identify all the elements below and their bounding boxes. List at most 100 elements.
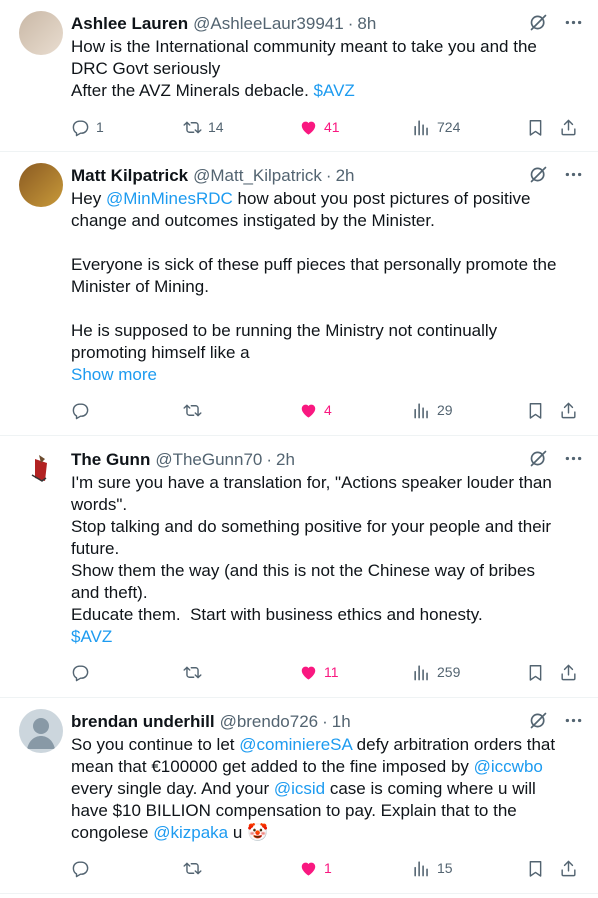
- tweet-line: congolese @kizpaka u 🤡: [71, 822, 584, 844]
- reply-button[interactable]: 1: [71, 117, 104, 137]
- grok-button[interactable]: [528, 164, 549, 185]
- author-handle[interactable]: @Matt_Kilpatrick: [193, 166, 322, 186]
- views-icon: [414, 664, 428, 680]
- separator-dot: ·: [266, 450, 273, 469]
- tweet-line: Educate them. Start with business ethics…: [71, 604, 584, 626]
- views-button[interactable]: 259: [412, 662, 460, 682]
- more-button[interactable]: [563, 12, 584, 33]
- clown-emoji: 🤡: [247, 823, 269, 842]
- avatar[interactable]: [19, 11, 63, 55]
- author-handle[interactable]: @brendo726: [220, 712, 319, 732]
- retweet-button[interactable]: [183, 858, 202, 878]
- views-icon: [414, 119, 428, 135]
- tweet-line: After the AVZ Minerals debacle. $AVZ: [71, 80, 584, 102]
- separator-dot: ·: [322, 712, 328, 731]
- avatar[interactable]: [19, 163, 63, 207]
- share-icon: [561, 119, 576, 135]
- header-actions: [528, 164, 584, 185]
- tweet-line: $AVZ: [71, 626, 584, 648]
- author-name[interactable]: The Gunn: [71, 450, 150, 470]
- text-segment: I'm sure you have a translation for, "Ac…: [71, 473, 552, 492]
- header-actions: [528, 12, 584, 33]
- reply-icon: [72, 664, 89, 681]
- bookmark-button[interactable]: [526, 117, 545, 137]
- tweet-actions: 1 15: [71, 858, 583, 878]
- retweet-button[interactable]: [183, 662, 202, 682]
- share-button[interactable]: [559, 662, 578, 682]
- more-button[interactable]: [563, 448, 584, 469]
- grok-button[interactable]: [528, 12, 549, 33]
- tweet-text: How is the International community meant…: [71, 36, 584, 102]
- timestamp[interactable]: 2h: [336, 166, 355, 186]
- views-button[interactable]: 29: [412, 400, 453, 420]
- mention-link[interactable]: @iccwbo: [474, 757, 543, 776]
- like-button[interactable]: 1: [299, 858, 332, 878]
- heart-icon: [301, 862, 316, 876]
- text-segment: So you continue to let: [71, 735, 240, 754]
- like-button[interactable]: 41: [299, 117, 340, 137]
- author-handle[interactable]: @AshleeLaur39941: [193, 14, 344, 34]
- share-button[interactable]: [559, 858, 578, 878]
- views-count: 15: [437, 860, 453, 876]
- likes-count: 11: [324, 664, 339, 680]
- author-name[interactable]: brendan underhill: [71, 712, 215, 732]
- views-icon: [414, 860, 428, 876]
- bookmark-button[interactable]: [526, 858, 545, 878]
- separator-dot: ·: [347, 14, 354, 33]
- tweet-line: How is the International community meant…: [71, 36, 584, 58]
- bookmark-button[interactable]: [526, 400, 545, 420]
- tweet-line: [71, 298, 584, 320]
- bookmark-icon: [529, 402, 542, 419]
- tweet-content: Ashlee Lauren @AshleeLaur39941 · 8h How is t…: [71, 13, 584, 102]
- tweet-header: Matt Kilpatrick @Matt_Kilpatrick · 2h: [71, 165, 584, 187]
- mention-link[interactable]: $AVZ: [71, 627, 112, 646]
- like-button[interactable]: 4: [299, 400, 332, 420]
- share-button[interactable]: [559, 117, 578, 137]
- tweet-content: brendan underhill @brendo726 · 1h So you con…: [71, 711, 584, 844]
- mention-link[interactable]: @kizpaka: [153, 823, 228, 842]
- more-icon: [565, 718, 582, 723]
- views-button[interactable]: 15: [412, 858, 453, 878]
- mention-link[interactable]: $AVZ: [314, 81, 355, 100]
- reply-icon: [72, 402, 89, 419]
- more-button[interactable]: [563, 710, 584, 731]
- more-button[interactable]: [563, 164, 584, 185]
- timestamp[interactable]: 8h: [357, 14, 376, 34]
- grok-button[interactable]: [528, 710, 549, 731]
- likes-count: 4: [324, 402, 332, 418]
- reply-button[interactable]: [71, 858, 90, 878]
- reply-button[interactable]: [71, 400, 90, 420]
- author-name[interactable]: Matt Kilpatrick: [71, 166, 188, 186]
- separator-dot: ·: [325, 166, 332, 185]
- retweets-count: 14: [208, 119, 224, 135]
- views-count: 259: [437, 664, 461, 680]
- author-handle[interactable]: @TheGunn70: [155, 450, 262, 470]
- retweet-button[interactable]: 14: [183, 117, 224, 137]
- text-segment: and theft).: [71, 583, 148, 602]
- tweet-line: change and outcomes instigated by the Mi…: [71, 210, 584, 232]
- like-button[interactable]: 11: [299, 662, 339, 682]
- bookmark-button[interactable]: [526, 662, 545, 682]
- reply-button[interactable]: [71, 662, 90, 682]
- text-segment: congolese: [71, 823, 154, 842]
- text-segment: case is coming where u will: [325, 779, 536, 798]
- text-segment: change and outcomes instigated by the Mi…: [71, 211, 435, 230]
- tweet-line: [71, 232, 584, 254]
- avatar[interactable]: [19, 709, 63, 753]
- author-name[interactable]: Ashlee Lauren: [71, 14, 188, 34]
- show-more-link[interactable]: Show more: [71, 364, 584, 386]
- retweet-button[interactable]: [183, 400, 202, 420]
- share-button[interactable]: [559, 400, 578, 420]
- timestamp[interactable]: 2h: [276, 450, 295, 470]
- text-segment: words".: [71, 495, 128, 514]
- tweet-divider: [0, 697, 598, 698]
- mention-link[interactable]: @icsid: [274, 779, 325, 798]
- timestamp[interactable]: 1h: [332, 712, 351, 732]
- grok-button[interactable]: [528, 448, 549, 469]
- tweet-text: I'm sure you have a translation for, "Ac…: [71, 472, 584, 648]
- avatar[interactable]: [19, 447, 63, 491]
- mention-link[interactable]: @MinMinesRDC: [106, 189, 233, 208]
- mention-link[interactable]: @cominiereSA: [239, 735, 352, 754]
- text-segment: promoting himself like a: [71, 343, 250, 362]
- views-button[interactable]: 724: [412, 117, 460, 137]
